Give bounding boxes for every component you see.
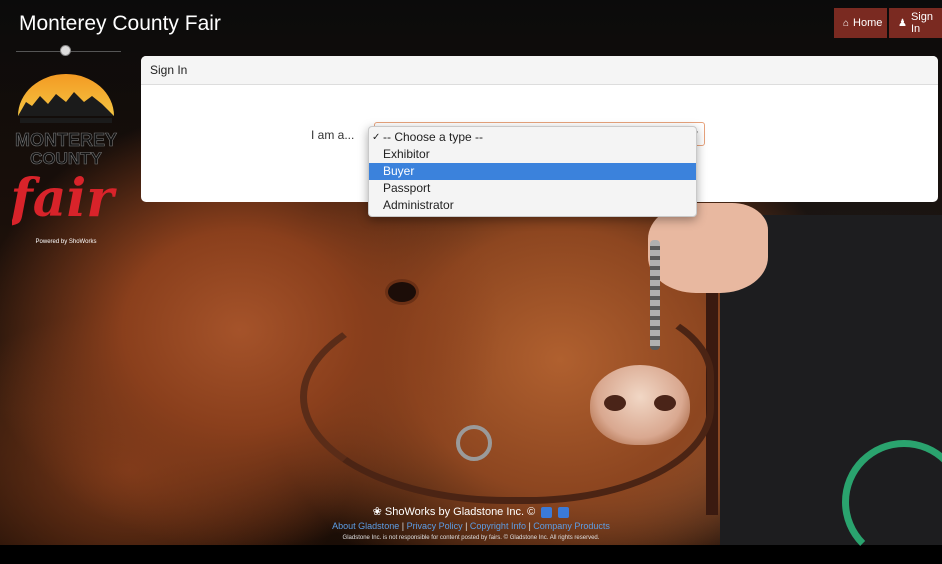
nostril bbox=[654, 395, 676, 411]
nav-sign-in-label: Sign In bbox=[910, 11, 933, 35]
footer-brand-row: ❀ ShoWorks by Gladstone Inc. © bbox=[0, 505, 942, 518]
sidebar-toggle-dot[interactable] bbox=[60, 45, 71, 56]
role-dropdown-list[interactable]: ✓ -- Choose a type -- Exhibitor Buyer Pa… bbox=[368, 126, 697, 217]
panel-title: Sign In bbox=[141, 56, 938, 85]
home-icon: ⌂ bbox=[843, 17, 850, 29]
user-icon: ♟ bbox=[898, 17, 907, 29]
nostril bbox=[604, 395, 626, 411]
role-option-passport[interactable]: Passport bbox=[369, 180, 696, 197]
option-label: Administrator bbox=[383, 198, 454, 212]
link-products[interactable]: Company Products bbox=[533, 521, 610, 531]
nav-sign-in-button[interactable]: ♟ Sign In bbox=[889, 8, 942, 38]
role-option-buyer[interactable]: Buyer bbox=[369, 163, 696, 180]
role-label: I am a... bbox=[311, 128, 355, 142]
nav-home-label: Home bbox=[853, 17, 883, 29]
footer-disclaimer: Gladstone Inc. is not responsible for co… bbox=[342, 535, 600, 541]
option-label: Passport bbox=[383, 181, 431, 195]
app-title: Monterey County Fair bbox=[19, 12, 221, 35]
top-bar: Monterey County Fair ⌂ Home ♟ Sign In bbox=[8, 8, 942, 38]
twitter-icon[interactable] bbox=[541, 506, 553, 518]
role-option-exhibitor[interactable]: Exhibitor bbox=[369, 146, 696, 163]
cow-snout bbox=[590, 365, 690, 445]
option-label: Buyer bbox=[383, 164, 415, 178]
powered-by-text: Powered by ShoWorks bbox=[35, 239, 97, 245]
logo-monterey: MONTEREY bbox=[15, 130, 117, 150]
option-label: Exhibitor bbox=[383, 147, 430, 161]
halter-ring bbox=[456, 425, 492, 461]
role-option-choose[interactable]: ✓ -- Choose a type -- bbox=[369, 129, 696, 146]
link-copyright[interactable]: Copyright Info bbox=[470, 521, 526, 531]
logo-county: COUNTY bbox=[30, 149, 102, 168]
checkmark-icon: ✓ bbox=[372, 132, 381, 143]
facebook-icon[interactable] bbox=[558, 506, 570, 518]
nav-home-button[interactable]: ⌂ Home bbox=[834, 8, 887, 38]
cow-eye bbox=[388, 282, 416, 302]
footer-links: About Gladstone | Privacy Policy | Copyr… bbox=[332, 521, 610, 531]
logo-hill bbox=[20, 118, 112, 123]
footer-brand: ShoWorks by Gladstone Inc. © bbox=[384, 506, 536, 518]
fair-logo[interactable]: MONTEREY COUNTY fair bbox=[12, 66, 120, 234]
link-about[interactable]: About Gladstone bbox=[332, 521, 399, 531]
option-label: -- Choose a type -- bbox=[383, 130, 484, 144]
showorks-icon: ❀ bbox=[372, 506, 382, 518]
role-option-administrator[interactable]: Administrator bbox=[369, 197, 696, 214]
link-privacy[interactable]: Privacy Policy bbox=[407, 521, 463, 531]
logo-fair: fair bbox=[12, 168, 117, 229]
